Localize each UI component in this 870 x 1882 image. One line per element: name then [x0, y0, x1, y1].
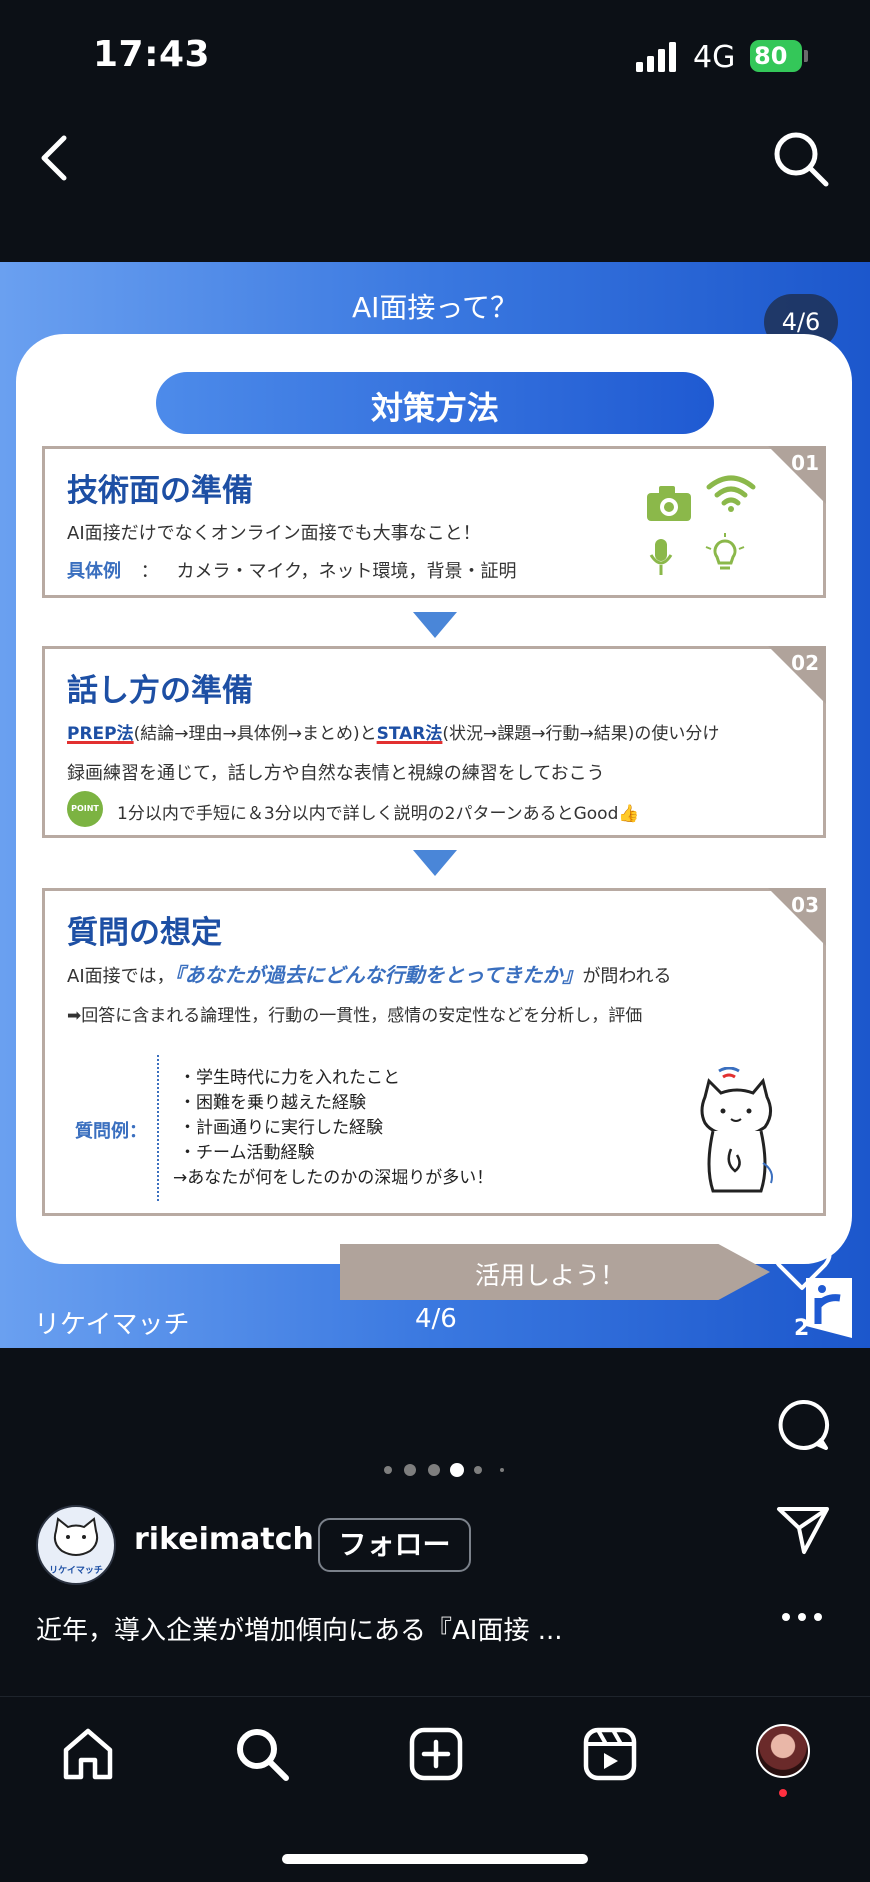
box-title: 質問の想定: [67, 915, 222, 951]
carousel-dot-active: [450, 1463, 464, 1477]
example-sep: ：: [140, 561, 159, 582]
microphone-icon: [649, 539, 673, 575]
share-paper-plane-icon[interactable]: [776, 1504, 830, 1556]
search-icon[interactable]: [772, 130, 830, 188]
star-detail: (状況→課題→行動→結果)の使い分け: [442, 724, 720, 744]
page-indicator: 4/6: [415, 1304, 457, 1334]
battery-icon: 80: [750, 40, 808, 72]
question-intro: AI面接では，『あなたが過去にどんな行動をとってきたか』が問われる: [67, 959, 672, 988]
example-label: 具体例: [67, 561, 121, 582]
reels-icon[interactable]: [582, 1726, 638, 1782]
lightbulb-icon: [705, 533, 745, 570]
box-number: 02: [791, 651, 819, 675]
post-caption[interactable]: 近年，導入企業が増加傾向にある『AI面接 ...: [36, 1610, 563, 1647]
avatar-label: リケイマッチ: [49, 1566, 103, 1576]
like-heart-icon[interactable]: [772, 1236, 832, 1292]
question-item: ・学生時代に力を入れたこと: [179, 1068, 400, 1088]
point-badge: POINT: [67, 791, 103, 827]
follow-button[interactable]: フォロー: [318, 1518, 471, 1572]
carousel-dot: [500, 1468, 504, 1472]
question-item: →あなたが何をしたのかの深堀りが多い！: [173, 1168, 494, 1188]
network-type: 4G: [693, 40, 736, 75]
profile-avatar[interactable]: [756, 1724, 810, 1778]
cat-avatar-icon: [53, 1517, 99, 1556]
example-text: カメラ・マイク，ネット環境，背景・証明: [176, 561, 517, 582]
carousel-dot: [404, 1464, 416, 1476]
box-number: 01: [791, 451, 819, 475]
carousel-dot: [384, 1466, 392, 1474]
author-avatar[interactable]: リケイマッチ: [36, 1505, 116, 1585]
prep-method: PREP法: [67, 724, 134, 744]
intro-pre: AI面接では，: [67, 966, 175, 987]
question-item: ・チーム活動経験: [179, 1143, 315, 1163]
example-line: 具体例 ： カメラ・マイク，ネット環境，背景・証明: [67, 557, 517, 583]
prep-detail: (結論→理由→具体例→まとめ)と: [133, 724, 377, 744]
carousel-dots: [384, 1460, 504, 1480]
brand-name: リケイマッチ: [34, 1310, 190, 1340]
search-nav-icon[interactable]: [234, 1726, 290, 1782]
question-label: 質問例：: [75, 1121, 147, 1142]
star-method: STAR法: [376, 724, 443, 744]
post-heading: AI面接って？: [351, 291, 518, 324]
divider: [157, 1055, 159, 1201]
down-arrow-icon: [413, 850, 457, 876]
tip-box-questions: 03 質問の想定 AI面接では，『あなたが過去にどんな行動をとってきたか』が問わ…: [42, 888, 826, 1216]
camera-icon: [647, 486, 691, 521]
signal-icon: [636, 42, 676, 72]
create-post-icon[interactable]: [408, 1726, 464, 1782]
evaluation-text: ➡回答に含まれる論理性，行動の一貫性，感情の安定性などを分析し，評価: [67, 1006, 643, 1026]
section-title: 対策方法: [370, 389, 499, 427]
tip-box-technical: 01 技術面の準備 AI面接だけでなくオンライン面接でも大事なこと！ 具体例 ：…: [42, 446, 826, 598]
more-options-icon[interactable]: [780, 1610, 824, 1624]
box-number: 03: [791, 893, 819, 917]
battery-level: 80: [754, 42, 788, 70]
tip-box-speaking: 02 話し方の準備 PREP法(結論→理由→具体例→まとめ)とSTAR法(状況→…: [42, 646, 826, 838]
carousel-dot: [474, 1466, 482, 1474]
down-arrow-icon: [413, 612, 457, 638]
method-line: PREP法(結論→理由→具体例→まとめ)とSTAR法(状況→課題→行動→結果)の…: [67, 719, 719, 744]
cat-mascot-icon: [700, 1067, 773, 1193]
like-count: 2: [794, 1316, 810, 1341]
point-text: 1分以内で手短に＆3分以内で詳しく説明の2パターンあるとGood👍: [117, 804, 640, 824]
status-time: 17:43: [93, 34, 211, 75]
back-chevron-icon[interactable]: [30, 128, 80, 188]
comment-icon[interactable]: [776, 1398, 830, 1452]
intro-post: が問われる: [582, 966, 672, 987]
carousel-dot: [428, 1464, 440, 1476]
home-icon[interactable]: [60, 1726, 116, 1782]
question-item: ・困難を乗り越えた経験: [179, 1093, 366, 1113]
notification-dot: [779, 1789, 787, 1797]
author-username[interactable]: rikeimatch: [134, 1522, 314, 1557]
box-text: 録画練習を通じて，話し方や自然な表情と視線の練習をしておこう: [67, 763, 605, 784]
intro-quote: 『あなたが過去にどんな行動をとってきたか』: [174, 963, 583, 987]
box-title: 話し方の準備: [67, 673, 253, 709]
use-tab-text: 活用しよう！: [474, 1261, 625, 1290]
wifi-icon: [706, 475, 756, 512]
home-indicator: [282, 1854, 588, 1864]
question-item: ・計画通りに実行した経験: [179, 1118, 383, 1138]
status-bar: 17:43 4G 80: [0, 0, 870, 110]
box-text: AI面接だけでなくオンライン面接でも大事なこと！: [67, 523, 481, 544]
box-title: 技術面の準備: [67, 473, 253, 509]
